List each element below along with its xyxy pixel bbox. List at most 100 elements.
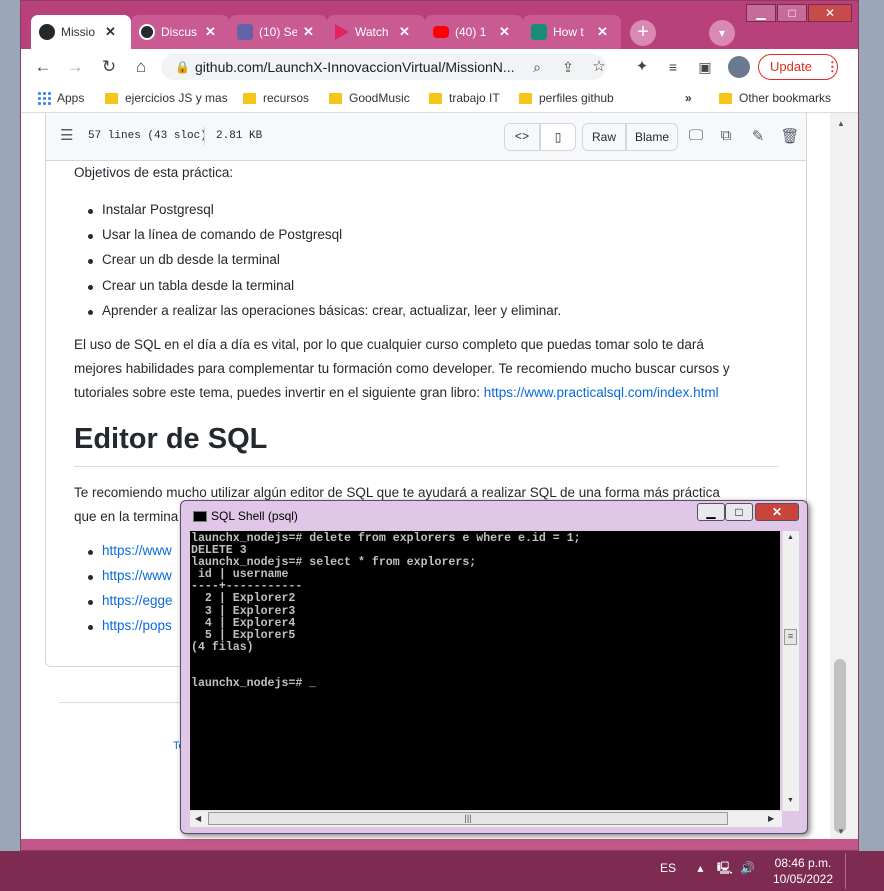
editor-link[interactable]: https://www bbox=[88, 543, 172, 558]
copy-icon[interactable]: ⧉ bbox=[716, 127, 736, 147]
close-icon[interactable]: ✕ bbox=[205, 24, 216, 40]
terminal-horizontal-scrollbar[interactable]: ◀ ||| ▶ bbox=[190, 810, 782, 827]
paragraph-line: que en la termina bbox=[74, 509, 179, 524]
update-button[interactable]: Update ⋮ bbox=[758, 54, 839, 80]
scroll-thumb[interactable] bbox=[834, 659, 846, 833]
trash-icon[interactable]: 🗑 bbox=[780, 127, 800, 147]
tab-title: How t bbox=[553, 25, 584, 39]
scroll-thumb[interactable]: ||| bbox=[208, 812, 728, 825]
file-size: 2.81 KB bbox=[216, 130, 263, 142]
tab-teams[interactable]: (10) Se ✕ bbox=[229, 15, 327, 49]
system-tray: ES ▴ 🖳 🔊 bbox=[660, 859, 755, 880]
editor-link[interactable]: https://www bbox=[88, 568, 172, 583]
bookmarks-overflow-button[interactable]: » bbox=[685, 91, 692, 105]
terminal-output[interactable]: launchx_nodejs=# delete from explorers e… bbox=[190, 531, 780, 811]
bookmark-goodmusic[interactable]: GoodMusic bbox=[329, 91, 410, 105]
blame-label: Blame bbox=[634, 130, 669, 144]
reload-icon[interactable]: ↻ bbox=[97, 55, 121, 79]
page-scrollbar[interactable]: ▲ ▼ bbox=[830, 113, 858, 839]
tab-youtube[interactable]: (40) 1 ✕ bbox=[425, 15, 523, 49]
reading-list-icon[interactable]: ≡ bbox=[661, 55, 685, 79]
console-icon bbox=[193, 511, 207, 522]
bookmark-trabajo[interactable]: trabajo IT bbox=[429, 91, 500, 105]
close-window-button[interactable]: ✕ bbox=[755, 503, 799, 521]
tab-title: Missio bbox=[61, 25, 96, 39]
code-view-button[interactable]: <> bbox=[504, 123, 540, 151]
bookmark-ejercicios[interactable]: ejercicios JS y mas bbox=[105, 91, 228, 105]
scroll-up-icon[interactable]: ▲ bbox=[787, 534, 794, 541]
tab-watch[interactable]: Watch ✕ bbox=[327, 15, 425, 49]
close-icon[interactable]: ✕ bbox=[105, 24, 116, 40]
preview-button[interactable]: ▯ bbox=[540, 123, 576, 151]
bookmark-apps[interactable]: Apps bbox=[37, 91, 84, 105]
youtube-icon bbox=[433, 26, 449, 38]
github-icon bbox=[139, 24, 155, 40]
edit-icon[interactable]: ✎ bbox=[748, 127, 768, 147]
minimize-button[interactable]: ▁ bbox=[746, 4, 776, 22]
bookmark-perfiles[interactable]: perfiles github bbox=[519, 91, 614, 105]
list-item: Instalar Postgresql bbox=[88, 202, 214, 217]
tab-title: (40) 1 bbox=[455, 25, 487, 39]
heading-rule bbox=[74, 466, 779, 467]
play-icon bbox=[335, 24, 349, 40]
new-tab-button[interactable]: + bbox=[630, 20, 656, 46]
clock[interactable]: 08:46 p.m. 10/05/2022 bbox=[772, 855, 834, 887]
apps-grid-icon bbox=[37, 91, 51, 105]
overflow-label: » bbox=[685, 91, 692, 105]
language-indicator[interactable]: ES bbox=[660, 861, 676, 875]
editor-link[interactable]: https://pops bbox=[88, 618, 172, 633]
raw-button[interactable]: Raw bbox=[582, 123, 626, 151]
back-icon[interactable]: ← bbox=[31, 55, 55, 79]
tab-howto[interactable]: How t ✕ bbox=[523, 15, 621, 49]
side-panel-icon[interactable]: ▣ bbox=[693, 55, 717, 79]
practicalsql-link[interactable]: https://www.practicalsql.com/index.html bbox=[484, 385, 719, 400]
share-icon[interactable]: ⇪ bbox=[556, 55, 580, 79]
lock-icon: 🔒 bbox=[175, 60, 190, 74]
extensions-icon[interactable]: ✦ bbox=[630, 55, 654, 79]
blame-button[interactable]: Blame bbox=[626, 123, 678, 151]
scroll-thumb[interactable]: ≡ bbox=[784, 629, 797, 645]
show-desktop-button[interactable] bbox=[845, 853, 857, 889]
list-item: Crear un tabla desde la terminal bbox=[87, 278, 295, 293]
tab-mission[interactable]: Missio ✕ bbox=[31, 15, 131, 49]
maximize-button[interactable]: □ bbox=[777, 4, 807, 22]
zoom-icon[interactable]: ⌕ bbox=[525, 55, 549, 79]
home-icon[interactable]: ⌂ bbox=[129, 55, 153, 79]
bookmark-recursos[interactable]: recursos bbox=[243, 91, 309, 105]
file-header: ☰ 57 lines (43 sloc) 2.81 KB <> ▯ Raw Bl… bbox=[45, 113, 807, 161]
site-icon bbox=[531, 24, 547, 40]
list-item: Crear un db desde la terminal bbox=[88, 252, 280, 267]
clock-date: 10/05/2022 bbox=[772, 872, 834, 886]
tray-expand-icon[interactable]: ▴ bbox=[697, 861, 703, 875]
outline-icon[interactable]: ☰ bbox=[60, 126, 73, 144]
minimize-button[interactable]: ▁ bbox=[697, 503, 725, 521]
star-icon[interactable]: ☆ bbox=[587, 55, 611, 79]
close-icon[interactable]: ✕ bbox=[399, 24, 410, 40]
editor-link[interactable]: https://egge bbox=[88, 593, 173, 608]
close-icon[interactable]: ✕ bbox=[597, 24, 608, 40]
scroll-down-icon[interactable]: ▼ bbox=[787, 797, 794, 804]
close-icon[interactable]: ✕ bbox=[303, 24, 314, 40]
tab-discussions[interactable]: Discus ✕ bbox=[131, 15, 229, 49]
bookmark-other[interactable]: Other bookmarks bbox=[719, 91, 831, 105]
network-icon[interactable]: 🖳 bbox=[717, 861, 733, 875]
scroll-down-icon[interactable]: ▼ bbox=[837, 827, 845, 836]
terminal-vertical-scrollbar[interactable]: ▲ ≡ ▼ bbox=[782, 531, 799, 811]
paragraph-line: El uso de SQL en el día a día es vital, … bbox=[74, 337, 704, 352]
raw-label: Raw bbox=[591, 130, 616, 144]
paragraph-line: mejores habilidades para complementar tu… bbox=[74, 361, 730, 376]
bookmark-label: GoodMusic bbox=[349, 91, 410, 105]
tab-search-button[interactable]: ▾ bbox=[709, 20, 735, 46]
close-icon[interactable]: ✕ bbox=[499, 24, 510, 40]
desktop-icon[interactable]: 🖵 bbox=[686, 127, 706, 147]
maximize-button[interactable]: □ bbox=[725, 503, 753, 521]
scroll-right-icon[interactable]: ▶ bbox=[768, 814, 774, 823]
bookmark-label: trabajo IT bbox=[449, 91, 500, 105]
forward-icon[interactable]: → bbox=[63, 55, 87, 79]
scroll-left-icon[interactable]: ◀ bbox=[195, 814, 201, 823]
avatar[interactable] bbox=[728, 56, 750, 78]
close-window-button[interactable]: ✕ bbox=[808, 4, 852, 22]
intro-text: Objetivos de esta práctica: bbox=[74, 165, 234, 180]
scroll-up-icon[interactable]: ▲ bbox=[837, 119, 845, 128]
volume-icon[interactable]: 🔊 bbox=[740, 861, 755, 875]
